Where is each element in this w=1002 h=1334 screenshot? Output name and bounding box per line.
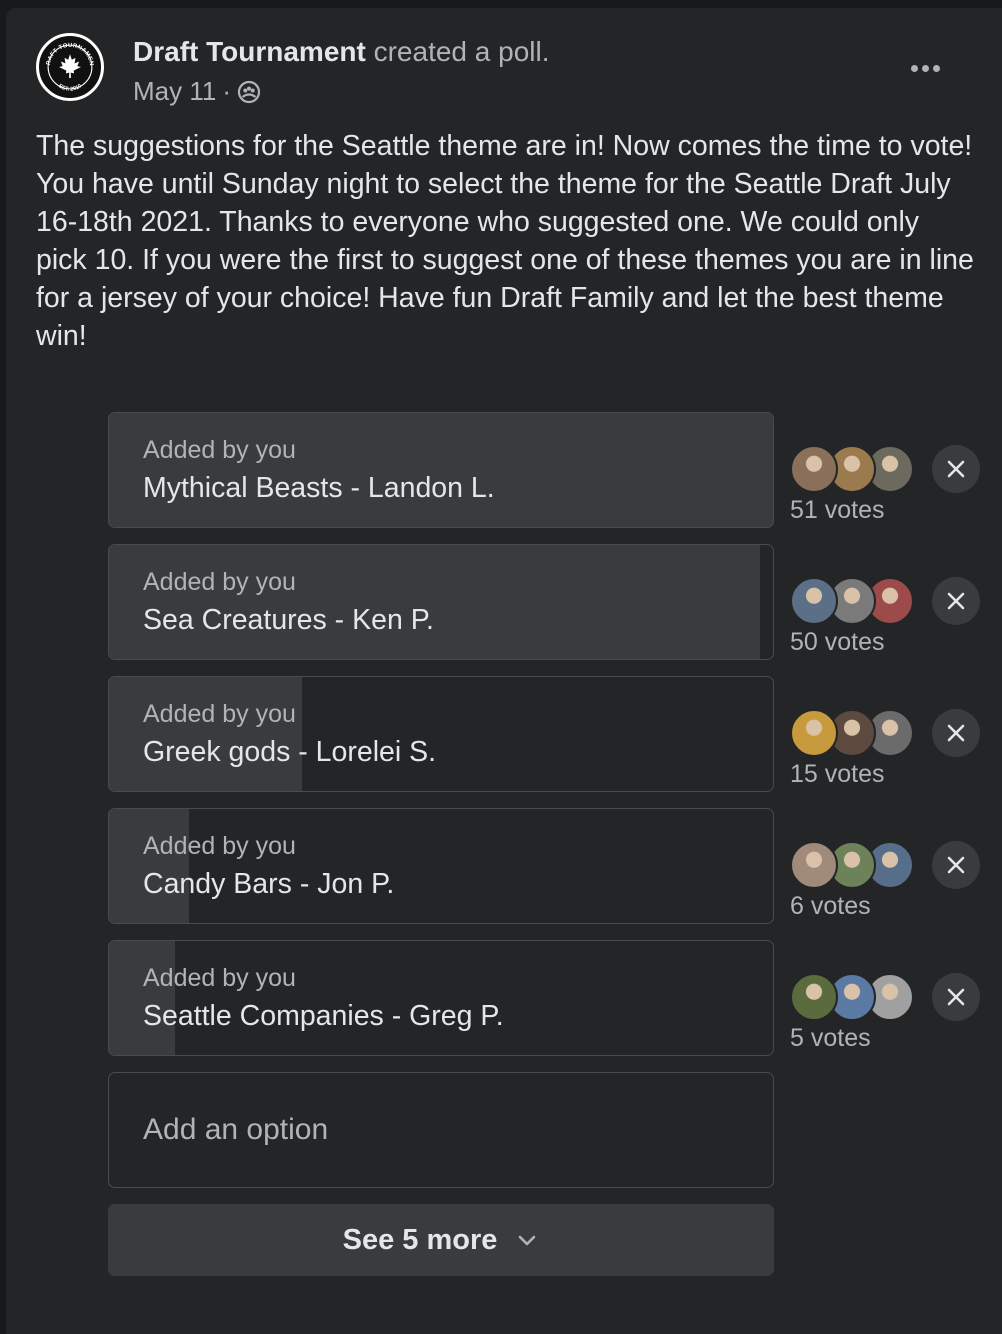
poll-option-box[interactable]: Added by you Seattle Companies - Greg P. [108,940,774,1056]
remove-option-button[interactable] [932,973,980,1021]
close-icon [947,724,965,742]
poll-option-box[interactable]: Added by you Mythical Beasts - Landon L. [108,412,774,528]
author-name[interactable]: Draft Tournament [133,36,366,67]
draft-tournament-logo: DRAFT TOURNAMENT EST. 2010 [39,36,99,96]
option-label: Sea Creatures - Ken P. [143,604,434,636]
vote-count[interactable]: 15 votes [790,758,885,790]
close-icon [947,988,965,1006]
more-dot-icon [932,64,940,72]
poll-option: Added by you Seattle Companies - Greg P. 5… [108,940,988,1056]
vote-count[interactable]: 6 votes [790,890,871,922]
option-added-by: Added by you [143,964,296,992]
add-option-input[interactable] [109,1073,773,1187]
vote-count[interactable]: 5 votes [790,1022,871,1054]
option-label: Greek gods - Lorelei S. [143,736,437,768]
poll-option-box[interactable]: Added by you Greek gods - Lorelei S. [108,676,774,792]
poll-option-box[interactable]: Added by you Candy Bars - Jon P. [108,808,774,924]
post-message: The suggestions for the Seattle theme ar… [36,130,974,352]
voter-avatars[interactable] [790,577,920,625]
author-action: created a poll. [373,36,550,67]
post-meta: May 11 · [133,75,261,107]
close-icon [947,592,965,610]
remove-option-button[interactable] [932,577,980,625]
voter-avatars[interactable] [790,445,920,493]
option-label: Mythical Beasts - Landon L. [143,472,495,504]
option-added-by: Added by you [143,436,296,464]
author-line: Draft Tournament created a poll. [133,35,550,69]
close-icon [947,856,965,874]
voter-avatars[interactable] [790,973,920,1021]
more-dot-icon [910,64,918,72]
remove-option-button[interactable] [932,445,980,493]
option-added-by: Added by you [143,700,296,728]
voter-avatar [790,577,838,625]
voter-avatar [790,973,838,1021]
option-added-by: Added by you [143,568,296,596]
post-header: DRAFT TOURNAMENT EST. 2010 Draft Tournam… [36,33,976,113]
vote-progress-fill [109,545,760,659]
poll-option: Added by you Sea Creatures - Ken P. 50 vot… [108,544,988,660]
vote-progress-fill [109,941,176,1055]
more-dot-icon [921,64,929,72]
remove-option-button[interactable] [932,841,980,889]
voter-avatar [790,709,838,757]
add-option-field[interactable] [108,1072,774,1188]
voter-avatars[interactable] [790,709,920,757]
vote-progress-fill [109,413,773,527]
poll-option: Added by you Candy Bars - Jon P. 6 votes [108,808,988,924]
option-label: Candy Bars - Jon P. [143,868,395,900]
remove-option-button[interactable] [932,709,980,757]
see-more-label: See 5 more [342,1223,498,1256]
voter-avatars[interactable] [790,841,920,889]
close-icon [947,460,965,478]
poll-option: Added by you Greek gods - Lorelei S. 15 vo… [108,676,988,792]
post-date[interactable]: May 11 [133,75,216,107]
meta-separator: · [222,76,232,106]
poll-option-box[interactable]: Added by you Sea Creatures - Ken P. [108,544,774,660]
option-added-by: Added by you [143,832,296,860]
vote-count[interactable]: 51 votes [790,494,885,526]
chevron-down-icon [519,1235,536,1246]
vote-progress-fill [109,809,189,923]
group-icon[interactable] [237,79,261,104]
option-label: Seattle Companies - Greg P. [143,1000,504,1032]
more-options-button[interactable] [900,45,950,91]
vote-count[interactable]: 50 votes [790,626,885,658]
see-more-button[interactable]: See 5 more [108,1204,774,1276]
vote-progress-fill [109,677,302,791]
page-avatar[interactable]: DRAFT TOURNAMENT EST. 2010 [36,33,104,101]
poll-option: Added by you Mythical Beasts - Landon L. 5… [108,412,988,528]
voter-avatar [790,841,838,889]
voter-avatar [790,445,838,493]
